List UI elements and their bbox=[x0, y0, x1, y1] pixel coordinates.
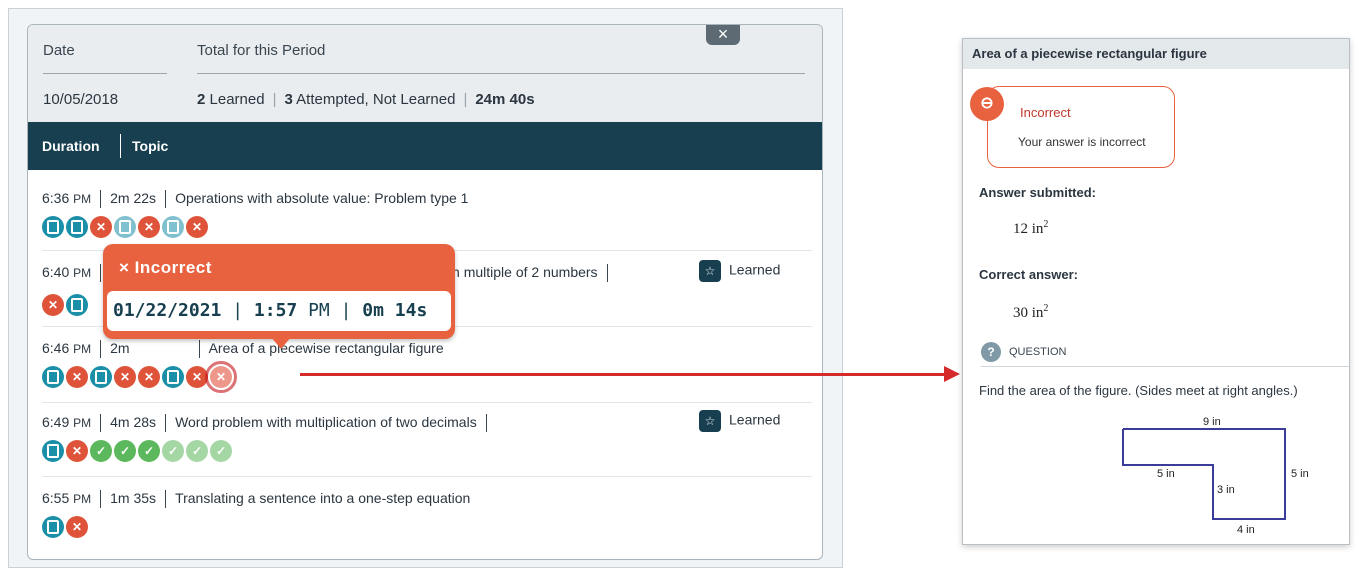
question-label: QUESTION bbox=[1009, 346, 1067, 358]
period-summary: Date Total for this Period 10/05/2018 2 … bbox=[28, 25, 822, 122]
check-icon[interactable]: ✓ bbox=[210, 440, 232, 462]
divider bbox=[42, 476, 812, 477]
incorrect-icon[interactable]: ✕ bbox=[186, 366, 208, 388]
row-duration: 2m 22s bbox=[110, 190, 157, 206]
feedback-text: Your answer is incorrect bbox=[1018, 135, 1146, 149]
divider bbox=[197, 73, 805, 74]
attempt-icons: ✕ ✓ ✓ ✓ ✓ ✓ ✓ bbox=[42, 440, 234, 464]
tooltip-tail bbox=[271, 337, 291, 349]
question-title: Area of a piecewise rectangular figure bbox=[963, 39, 1349, 69]
period-totals: 2 Learned | 3 Attempted, Not Learned | 24m 4… bbox=[197, 91, 535, 108]
selected-incorrect-icon[interactable]: ✕ bbox=[205, 361, 237, 393]
piecewise-figure: 9 in 5 in 5 in 3 in 4 in bbox=[1122, 417, 1309, 536]
incorrect-icon[interactable]: ✕ bbox=[114, 366, 136, 388]
attempt-icons: ✕ ✕ ✕ bbox=[42, 216, 210, 240]
learned-badge: ☆ Learned bbox=[699, 410, 780, 432]
answer-submitted-label: Answer submitted: bbox=[979, 185, 1097, 200]
divider bbox=[120, 134, 121, 158]
correct-answer-value: 30 in2 bbox=[1013, 303, 1049, 321]
check-icon[interactable]: ✓ bbox=[114, 440, 136, 462]
incorrect-icon[interactable]: ✕ bbox=[66, 366, 88, 388]
row-duration: 4m 28s bbox=[110, 414, 157, 430]
attempt-icons: ✕ bbox=[42, 294, 90, 318]
document-icon[interactable] bbox=[42, 516, 64, 538]
star-icon: ☆ bbox=[699, 410, 721, 432]
feedback-title: Incorrect bbox=[1020, 105, 1071, 120]
date-label: Date bbox=[43, 42, 75, 59]
document-icon[interactable] bbox=[42, 366, 64, 388]
label-left: 5 in bbox=[1157, 468, 1175, 480]
divider bbox=[42, 402, 812, 403]
incorrect-icon[interactable]: ✕ bbox=[66, 440, 88, 462]
row-topic[interactable]: Word problem with multiplication of two … bbox=[175, 414, 477, 430]
question-icon: ? bbox=[981, 342, 1001, 362]
table-header: Duration Topic bbox=[28, 122, 822, 170]
topic-header: Topic bbox=[132, 138, 169, 154]
duration-header: Duration bbox=[42, 138, 100, 154]
arrow-head-icon bbox=[944, 366, 960, 382]
document-icon[interactable] bbox=[66, 294, 88, 316]
document-icon[interactable] bbox=[66, 216, 88, 238]
check-icon[interactable]: ✓ bbox=[186, 440, 208, 462]
row-duration: 1m 35s bbox=[110, 490, 157, 506]
incorrect-icon[interactable]: ✕ bbox=[42, 294, 64, 316]
tooltip-details: 01/22/2021 | 1:57 PM | 0m 14s bbox=[107, 291, 451, 331]
learned-badge: ☆ Learned bbox=[699, 260, 780, 282]
check-icon[interactable]: ✓ bbox=[90, 440, 112, 462]
document-icon[interactable] bbox=[162, 366, 184, 388]
label-top: 9 in bbox=[1203, 417, 1221, 428]
row-topic[interactable]: Operations with absolute value: Problem … bbox=[175, 190, 468, 206]
incorrect-icon[interactable]: ✕ bbox=[66, 516, 88, 538]
document-icon[interactable] bbox=[42, 440, 64, 462]
answer-submitted-value: 12 in2 bbox=[1013, 219, 1049, 237]
feedback-box: ⊖ Incorrect Your answer is incorrect bbox=[970, 86, 1175, 168]
incorrect-icon[interactable]: ✕ bbox=[186, 216, 208, 238]
check-icon[interactable]: ✓ bbox=[138, 440, 160, 462]
close-icon[interactable]: × bbox=[706, 25, 740, 45]
incorrect-icon[interactable]: ✕ bbox=[138, 366, 160, 388]
star-icon: ☆ bbox=[699, 260, 721, 282]
row-time: 6:49 bbox=[42, 414, 70, 430]
label-bottom: 4 in bbox=[1237, 524, 1255, 536]
document-icon[interactable] bbox=[90, 366, 112, 388]
incorrect-icon[interactable]: ✕ bbox=[138, 216, 160, 238]
label-inner: 3 in bbox=[1217, 484, 1235, 496]
row-time: 6:36 bbox=[42, 190, 70, 206]
total-label: Total for this Period bbox=[197, 42, 326, 59]
label-right: 5 in bbox=[1291, 468, 1309, 480]
incorrect-icon: ⊖ bbox=[970, 87, 1004, 121]
attempt-tooltip: × Incorrect 01/22/2021 | 1:57 PM | 0m 14… bbox=[103, 244, 455, 349]
question-text: Find the area of the figure. (Sides meet… bbox=[979, 383, 1298, 398]
date-value: 10/05/2018 bbox=[43, 91, 119, 108]
row-time: 6:55 bbox=[42, 490, 70, 506]
attempt-icons: ✕ ✕ ✕ ✕ ✕ bbox=[42, 361, 237, 393]
question-section-header: ? QUESTION bbox=[981, 342, 1349, 367]
row-time: 6:40 bbox=[42, 264, 70, 280]
attempt-icons: ✕ bbox=[42, 516, 90, 540]
row-topic[interactable]: Area of a piecewise rectangular figure bbox=[209, 340, 444, 356]
question-detail-panel: Area of a piecewise rectangular figure ⊖… bbox=[962, 38, 1350, 545]
tooltip-title: × Incorrect bbox=[119, 258, 212, 277]
row-topic[interactable]: Translating a sentence into a one-step e… bbox=[175, 490, 470, 506]
row-time: 6:46 bbox=[42, 340, 70, 356]
incorrect-icon[interactable]: ✕ bbox=[90, 216, 112, 238]
row-duration: 2m bbox=[110, 340, 130, 356]
callout-arrow bbox=[300, 373, 950, 376]
document-icon[interactable] bbox=[162, 216, 184, 238]
document-icon[interactable] bbox=[114, 216, 136, 238]
divider bbox=[43, 73, 167, 74]
correct-answer-label: Correct answer: bbox=[979, 267, 1078, 282]
check-icon[interactable]: ✓ bbox=[162, 440, 184, 462]
document-icon[interactable] bbox=[42, 216, 64, 238]
